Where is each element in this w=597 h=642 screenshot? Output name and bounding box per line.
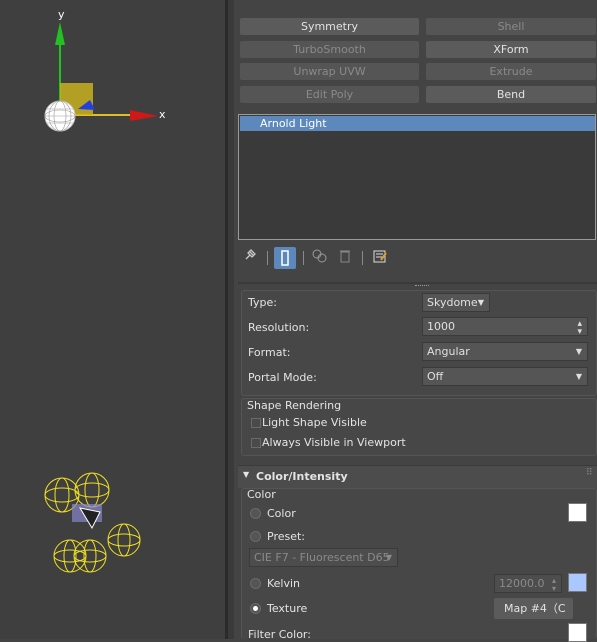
portal-mode-dropdown[interactable]: Off ▼ [422, 367, 588, 386]
modifier-edit-poly-button[interactable]: Edit Poly [240, 86, 419, 103]
modifier-symmetry-button[interactable]: Symmetry [240, 18, 419, 35]
format-label: Format: [248, 346, 291, 359]
rollout-grip-icon[interactable]: ⠿ [586, 468, 593, 478]
modifier-xform-button[interactable]: XForm [426, 41, 596, 58]
preset-label: Preset: [267, 530, 306, 543]
show-end-result-icon[interactable] [274, 247, 296, 269]
preset-radio[interactable] [250, 531, 261, 542]
always-visible-label: Always Visible in Viewport [262, 436, 406, 449]
modifier-bend-button[interactable]: Bend [426, 86, 596, 103]
configure-sets-icon[interactable] [370, 248, 390, 268]
color-radio[interactable] [250, 508, 261, 519]
portal-mode-value: Off [427, 370, 444, 383]
color-swatch[interactable] [568, 503, 587, 522]
toolbar-separator [303, 251, 304, 265]
spinner-arrows-icon[interactable]: ▴ ▾ [577, 320, 582, 337]
modifier-turbosmooth-button[interactable]: TurboSmooth [240, 41, 419, 58]
resize-grip[interactable] [415, 285, 429, 289]
filter-color-label: Filter Color: [248, 628, 311, 641]
x-axis-label: x [159, 108, 166, 121]
x-axis-arrow [130, 110, 158, 121]
kelvin-color-swatch[interactable] [568, 573, 587, 592]
modifier-extrude-button[interactable]: Extrude [426, 63, 596, 80]
spinner-arrows-icon[interactable]: ▴ ▾ [552, 577, 556, 593]
kelvin-label: Kelvin [267, 577, 301, 590]
make-unique-icon[interactable] [310, 248, 330, 268]
chevron-down-icon: ▼ [477, 298, 484, 307]
pin-stack-icon[interactable] [240, 248, 260, 268]
modifier-shell-button[interactable]: Shell [426, 18, 596, 35]
transform-gizmo[interactable] [44, 22, 158, 132]
modifier-unwrap-uvw-button[interactable]: Unwrap UVW [240, 63, 419, 80]
kelvin-value: 12000.0 [499, 577, 545, 590]
color-intensity-title: Color/Intensity [256, 470, 348, 483]
viewport[interactable]: y x [0, 0, 225, 639]
stack-item-label: Arnold Light [260, 117, 327, 130]
texture-map-label: Map #4（C [504, 602, 566, 615]
y-axis-label: y [58, 8, 65, 21]
texture-radio[interactable] [250, 603, 261, 614]
preset-dropdown[interactable]: CIE F7 - Fluorescent D65 ▼ [249, 548, 398, 567]
resolution-value: 1000 [427, 320, 455, 333]
color-radio-label: Color [267, 507, 296, 520]
format-dropdown[interactable]: Angular ▼ [422, 342, 588, 361]
portal-mode-label: Portal Mode: [248, 371, 317, 384]
always-visible-checkbox[interactable] [251, 438, 261, 448]
color-group-label: Color [247, 488, 276, 501]
chevron-down-icon: ▼ [575, 347, 582, 356]
format-value: Angular [427, 345, 470, 358]
y-axis-arrow [55, 22, 65, 45]
toolbar-separator [267, 251, 268, 265]
toolbar-separator [362, 251, 363, 265]
remove-modifier-icon[interactable] [335, 248, 355, 268]
filter-color-swatch[interactable] [568, 623, 587, 642]
viewport-scene: y x [44, 8, 166, 573]
type-label: Type: [248, 296, 277, 309]
resolution-label: Resolution: [248, 321, 310, 334]
texture-label: Texture [267, 602, 308, 615]
modifier-stack-list[interactable] [238, 114, 596, 240]
stack-item-arnold-light[interactable]: Arnold Light [240, 116, 595, 131]
type-dropdown[interactable]: Skydome ▼ [422, 293, 490, 312]
kelvin-radio[interactable] [250, 578, 261, 589]
texture-map-button[interactable]: Map #4（C [494, 598, 573, 619]
type-value: Skydome [427, 296, 478, 309]
resolution-spinner[interactable]: 1000 ▴ ▾ [422, 317, 588, 337]
collapse-triangle-icon[interactable]: ▼ [243, 470, 249, 479]
camera-object[interactable] [72, 504, 102, 530]
chevron-down-icon: ▼ [575, 372, 582, 381]
chevron-down-icon: ▼ [385, 553, 392, 562]
rollout-divider [238, 282, 597, 284]
light-shape-visible-checkbox[interactable] [251, 418, 261, 428]
light-shape-visible-label: Light Shape Visible [262, 416, 367, 429]
shape-rendering-title: Shape Rendering [247, 399, 342, 412]
preset-value: CIE F7 - Fluorescent D65 [254, 551, 390, 564]
kelvin-spinner[interactable]: 12000.0 ▴ ▾ [494, 574, 562, 593]
